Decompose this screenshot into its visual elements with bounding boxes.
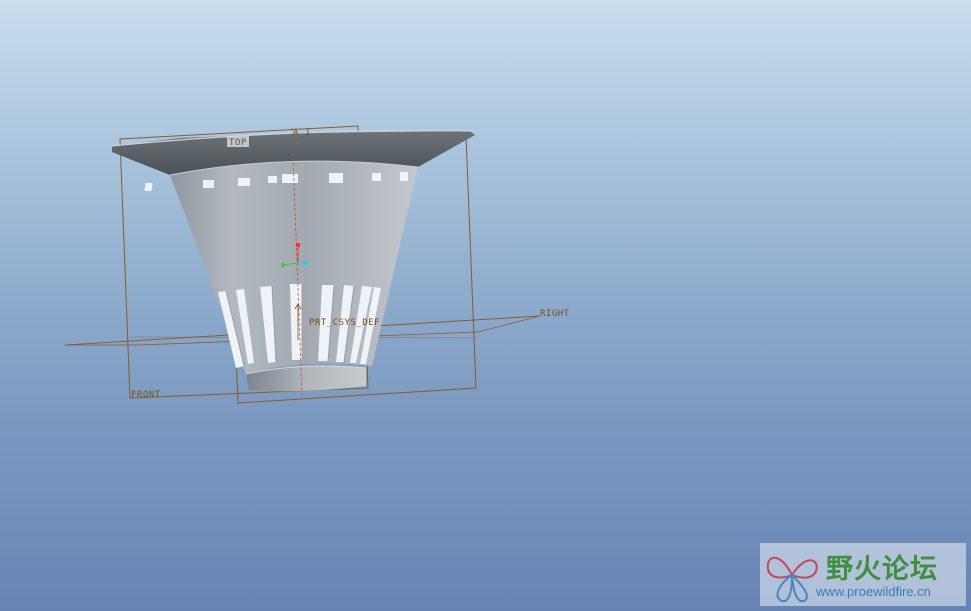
graphics-viewport[interactable]: TOP A_1 RIGHT FRONT PRT_CSYS_DEF 野火论坛 ww… [0, 0, 971, 611]
datum-label-top: TOP [229, 138, 247, 148]
datum-label-right: RIGHT [540, 309, 570, 319]
watermark-title: 野火论坛 [826, 554, 938, 585]
watermark-url: www.proewildfire.cn [816, 584, 931, 599]
datum-label-csys: PRT_CSYS_DEF [309, 318, 380, 328]
butterfly-logo-icon [766, 556, 818, 603]
datum-label-axis: A_1 [293, 128, 311, 138]
forum-watermark: 野火论坛 www.proewildfire.cn [760, 543, 966, 606]
model-scene[interactable]: TOP A_1 RIGHT FRONT PRT_CSYS_DEF [0, 0, 971, 611]
datum-label-front: FRONT [131, 390, 161, 400]
